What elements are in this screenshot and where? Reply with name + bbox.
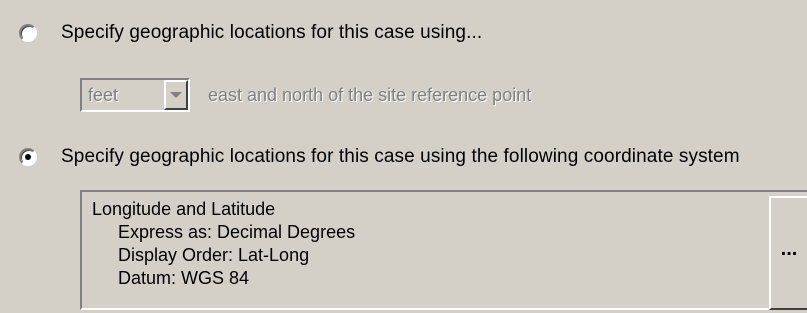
units-dropdown-button[interactable] — [164, 80, 188, 110]
option-coordinate-system-label[interactable]: Specify geographic locations for this ca… — [61, 146, 740, 168]
option-relative-row[interactable]: Specify geographic locations for this ca… — [19, 22, 482, 44]
coordinate-system-summary: Longitude and Latitude Express as: Decim… — [92, 198, 355, 290]
coordinate-system-datum: Datum: WGS 84 — [118, 268, 250, 288]
coordinate-system-display-order: Display Order: Lat-Long — [118, 245, 310, 265]
coordinate-system-browse-button[interactable]: ... — [769, 196, 807, 310]
coordinate-system-name: Longitude and Latitude — [92, 199, 276, 219]
coordinate-system-express-as: Express as: Decimal Degrees — [118, 222, 356, 242]
option-coordinate-system-radio[interactable] — [19, 148, 37, 166]
chevron-down-icon — [170, 92, 182, 98]
units-select[interactable]: feet — [80, 78, 190, 112]
option-relative-label[interactable]: Specify geographic locations for this ca… — [61, 22, 482, 44]
option-relative-radio[interactable] — [19, 24, 37, 42]
relative-description: east and north of the site reference poi… — [208, 84, 532, 105]
option-coordinate-system-row[interactable]: Specify geographic locations for this ca… — [19, 146, 740, 168]
units-select-value: feet — [88, 85, 119, 105]
coordinate-system-panel: Longitude and Latitude Express as: Decim… — [80, 190, 807, 310]
relative-units-row: feet east and north of the site referenc… — [80, 78, 531, 112]
